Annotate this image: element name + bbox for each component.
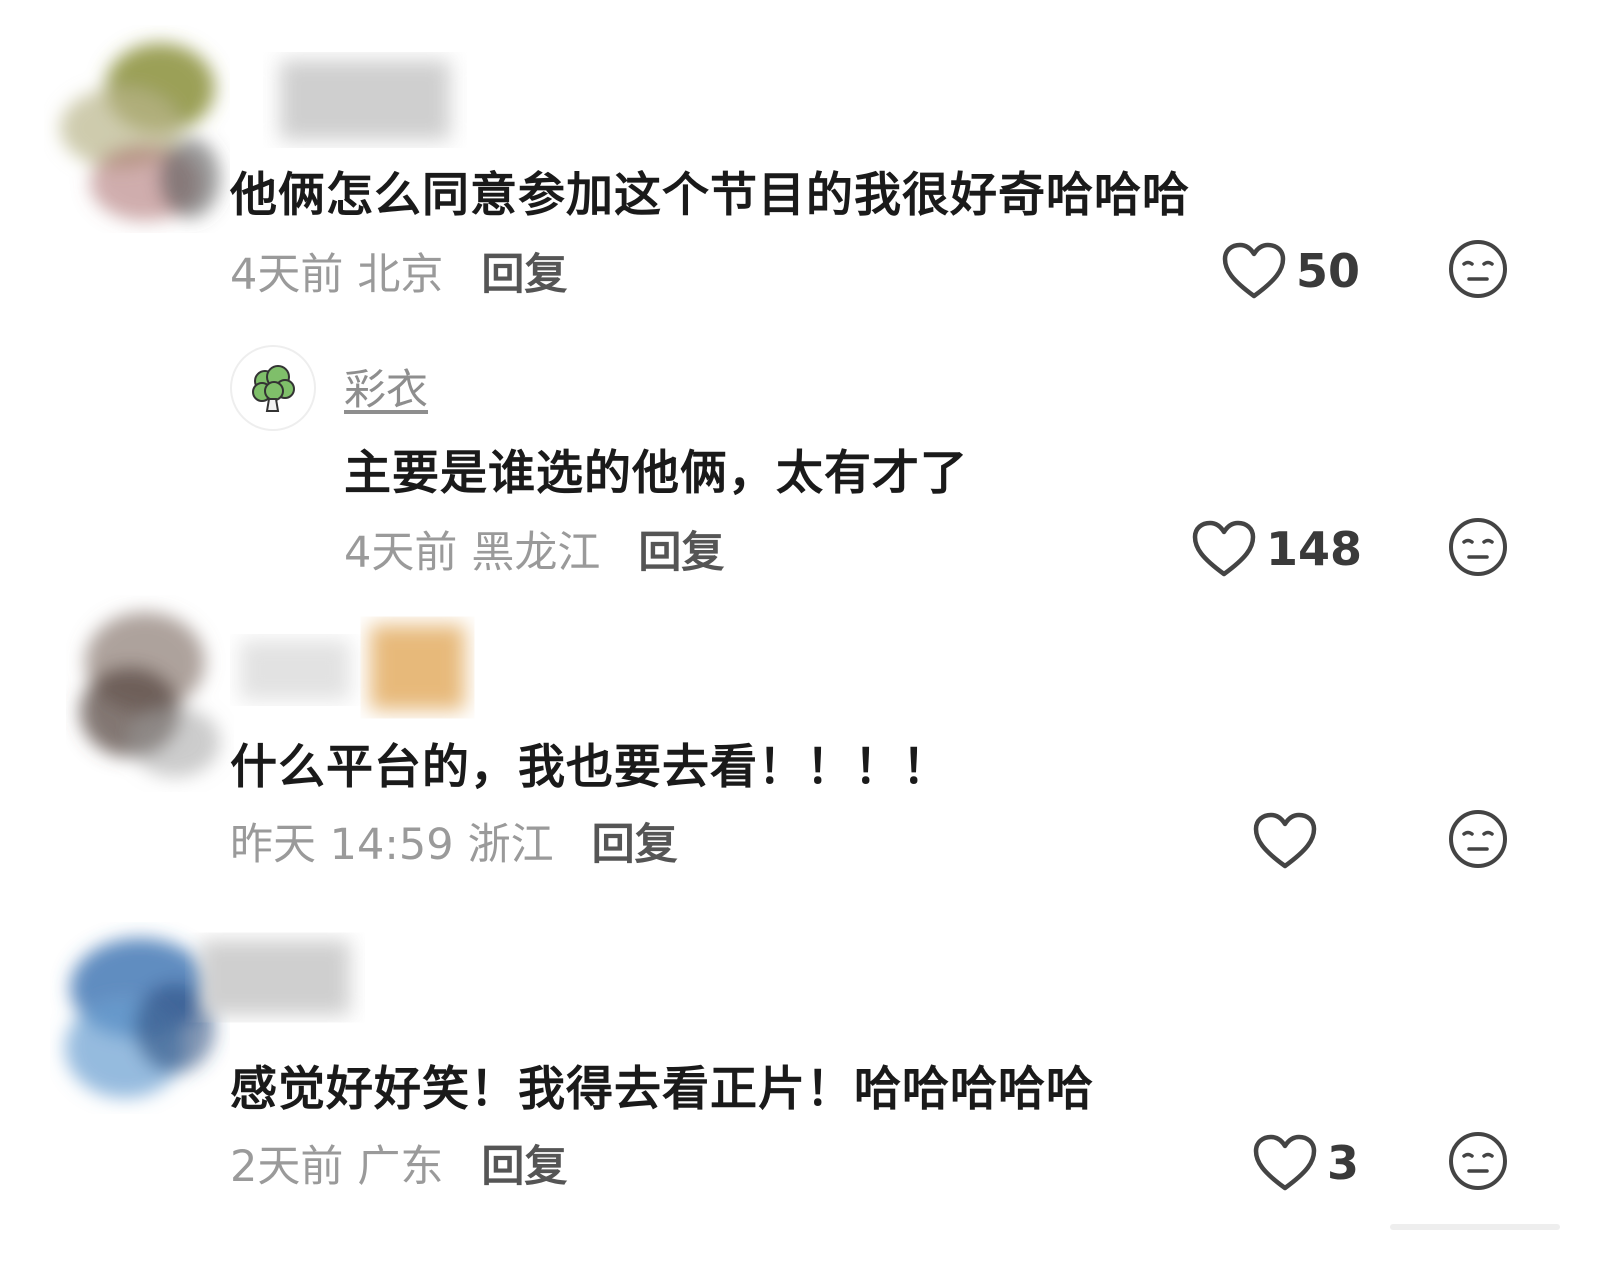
comment-location: 广东 bbox=[357, 1142, 444, 1192]
dislike-face-icon[interactable] bbox=[1447, 516, 1509, 578]
reply-time: 4天前 bbox=[344, 528, 458, 578]
reply-button[interactable]: 回复 bbox=[481, 240, 567, 302]
heart-icon bbox=[1192, 520, 1256, 577]
comment-meta: 昨天 14:59 浙江 回复 bbox=[230, 810, 678, 872]
comment-meta: 2天前 广东 回复 bbox=[230, 1132, 567, 1194]
reply-button[interactable]: 回复 bbox=[481, 1132, 567, 1194]
comment-text: 什么平台的，我也要去看！！！！ bbox=[230, 740, 950, 795]
reply-button[interactable]: 回复 bbox=[638, 518, 724, 580]
reply-avatar[interactable] bbox=[230, 345, 316, 431]
comment-location: 浙江 bbox=[467, 820, 554, 870]
user-avatar[interactable] bbox=[55, 592, 235, 792]
comment-time: 2天前 bbox=[230, 1142, 344, 1192]
like-count: 3 bbox=[1327, 1136, 1360, 1190]
broccoli-icon bbox=[252, 365, 295, 412]
dislike-face-icon[interactable] bbox=[1447, 238, 1509, 300]
comment-text: 感觉好好笑！我得去看正片！哈哈哈哈哈 bbox=[230, 1062, 1094, 1117]
dislike-face-icon[interactable] bbox=[1447, 1130, 1509, 1192]
reply-text: 主要是谁选的他俩，太有才了 bbox=[344, 446, 968, 501]
comment-text: 他俩怎么同意参加这个节目的我很好奇哈哈哈 bbox=[230, 168, 1190, 223]
user-avatar[interactable] bbox=[40, 18, 230, 233]
comment-location: 北京 bbox=[357, 250, 444, 300]
like-button[interactable]: 148 bbox=[1192, 520, 1362, 578]
reply-username[interactable]: 彩衣 bbox=[344, 356, 428, 417]
heart-icon bbox=[1222, 242, 1286, 299]
like-count: 50 bbox=[1296, 244, 1361, 298]
comment-meta: 4天前 北京 回复 bbox=[230, 240, 567, 302]
reply-meta: 4天前 黑龙江 回复 bbox=[344, 518, 724, 580]
username-redacted bbox=[200, 940, 350, 1015]
heart-icon bbox=[1253, 1134, 1317, 1191]
dislike-face-icon[interactable] bbox=[1447, 808, 1509, 870]
watermark-strip bbox=[1390, 1224, 1560, 1230]
like-count: 148 bbox=[1266, 522, 1363, 576]
comment-time: 4天前 bbox=[230, 250, 344, 300]
reply-location: 黑龙江 bbox=[471, 528, 601, 578]
comment-time: 昨天 14:59 bbox=[230, 820, 454, 870]
reply-button[interactable]: 回复 bbox=[592, 810, 678, 872]
username-redacted bbox=[240, 625, 465, 710]
username-redacted bbox=[280, 60, 450, 140]
like-button[interactable]: 50 bbox=[1222, 242, 1360, 300]
like-button[interactable] bbox=[1253, 812, 1327, 870]
like-button[interactable]: 3 bbox=[1253, 1134, 1359, 1192]
heart-icon bbox=[1253, 812, 1317, 869]
